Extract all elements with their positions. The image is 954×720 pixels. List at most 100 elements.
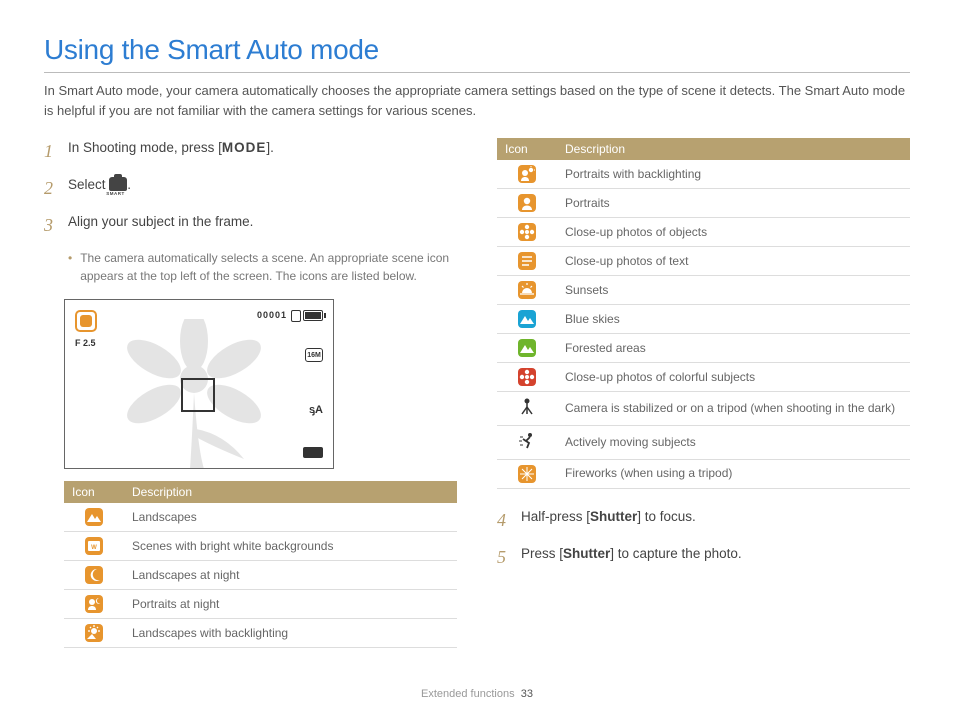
portrait-backlight-icon bbox=[518, 165, 536, 183]
icon-cell bbox=[64, 590, 124, 619]
flower-icon bbox=[518, 223, 536, 241]
table-row: Portraits at night bbox=[64, 590, 457, 619]
table-row: WScenes with bright white backgrounds bbox=[64, 532, 457, 561]
fireworks-icon bbox=[518, 465, 536, 483]
table-row: Portraits with backlighting bbox=[497, 160, 910, 189]
mountain-icon bbox=[85, 508, 103, 526]
icon-cell bbox=[64, 561, 124, 590]
page-footer: Extended functions 33 bbox=[0, 688, 954, 700]
status-bar-icon bbox=[303, 447, 323, 458]
table-row: Landscapes bbox=[64, 503, 457, 532]
intro-paragraph: In Smart Auto mode, your camera automati… bbox=[44, 81, 910, 120]
text-icon bbox=[518, 252, 536, 270]
desc-cell: Landscapes bbox=[124, 503, 457, 532]
svg-text:W: W bbox=[91, 545, 97, 551]
step-5: 5 Press [Shutter] to capture the photo. bbox=[497, 544, 910, 571]
table-row: Landscapes at night bbox=[64, 561, 457, 590]
table-row: Fireworks (when using a tripod) bbox=[497, 459, 910, 488]
desc-cell: Actively moving subjects bbox=[557, 425, 910, 459]
icon-cell bbox=[497, 392, 557, 426]
left-column: 1 In Shooting mode, press [MODE]. 2 Sele… bbox=[44, 138, 457, 666]
tripod-icon bbox=[518, 397, 536, 415]
bullet-dot: • bbox=[68, 249, 72, 285]
focus-square bbox=[181, 378, 215, 412]
table-row: Forested areas bbox=[497, 334, 910, 363]
title-underline bbox=[44, 72, 910, 73]
shot-counter: 00001 bbox=[257, 310, 287, 320]
icon-cell bbox=[64, 619, 124, 648]
desc-cell: Portraits bbox=[557, 189, 910, 218]
battery-icon bbox=[303, 310, 323, 321]
table-row: Actively moving subjects bbox=[497, 425, 910, 459]
sunset-icon bbox=[518, 281, 536, 299]
backlight-icon bbox=[85, 624, 103, 642]
portrait-icon bbox=[518, 194, 536, 212]
page-title: Using the Smart Auto mode bbox=[44, 34, 910, 66]
white-icon: W bbox=[85, 537, 103, 555]
table-row: Close-up photos of objects bbox=[497, 218, 910, 247]
desc-cell: Camera is stabilized or on a tripod (whe… bbox=[557, 392, 910, 426]
step-text: Select . bbox=[68, 175, 457, 202]
aperture-value: F 2.5 bbox=[75, 338, 96, 348]
icon-cell bbox=[497, 276, 557, 305]
th-icon: Icon bbox=[497, 138, 557, 160]
th-desc: Description bbox=[124, 481, 457, 503]
step-text: Align your subject in the frame. bbox=[68, 212, 457, 239]
step-4: 4 Half-press [Shutter] to focus. bbox=[497, 507, 910, 534]
step-number: 3 bbox=[44, 212, 58, 239]
step-3: 3 Align your subject in the frame. bbox=[44, 212, 457, 239]
step-text: Press [Shutter] to capture the photo. bbox=[521, 544, 910, 571]
table-row: Camera is stabilized or on a tripod (whe… bbox=[497, 392, 910, 426]
mode-label: MODE bbox=[222, 140, 267, 155]
table-row: Close-up photos of text bbox=[497, 247, 910, 276]
step-1: 1 In Shooting mode, press [MODE]. bbox=[44, 138, 457, 165]
icon-table-1: Icon Description LandscapesWScenes with … bbox=[64, 481, 457, 648]
table-row: Blue skies bbox=[497, 305, 910, 334]
step-number: 4 bbox=[497, 507, 511, 534]
step-text: In Shooting mode, press [MODE]. bbox=[68, 138, 457, 165]
th-icon: Icon bbox=[64, 481, 124, 503]
icon-cell bbox=[497, 160, 557, 189]
content-columns: 1 In Shooting mode, press [MODE]. 2 Sele… bbox=[44, 138, 910, 666]
step-number: 5 bbox=[497, 544, 511, 571]
smart-auto-icon bbox=[109, 177, 127, 191]
icon-cell bbox=[497, 363, 557, 392]
desc-cell: Blue skies bbox=[557, 305, 910, 334]
desc-cell: Portraits with backlighting bbox=[557, 160, 910, 189]
camera-screen-illustration: F 2.5 00001 16M ᶊA bbox=[64, 299, 334, 469]
portrait-night-icon bbox=[85, 595, 103, 613]
step-number: 1 bbox=[44, 138, 58, 165]
mountain-icon bbox=[518, 339, 536, 357]
desc-cell: Forested areas bbox=[557, 334, 910, 363]
step-number: 2 bbox=[44, 175, 58, 202]
icon-cell bbox=[497, 334, 557, 363]
desc-cell: Close-up photos of colorful subjects bbox=[557, 363, 910, 392]
icon-cell bbox=[497, 459, 557, 488]
icon-cell bbox=[497, 189, 557, 218]
table-row: Sunsets bbox=[497, 276, 910, 305]
icon-cell: W bbox=[64, 532, 124, 561]
table-row: Close-up photos of colorful subjects bbox=[497, 363, 910, 392]
desc-cell: Fireworks (when using a tripod) bbox=[557, 459, 910, 488]
desc-cell: Close-up photos of objects bbox=[557, 218, 910, 247]
motion-icon bbox=[518, 431, 536, 449]
step-3-sub-bullet: • The camera automatically selects a sce… bbox=[68, 249, 457, 285]
icon-cell bbox=[497, 425, 557, 459]
resolution-icon: 16M bbox=[305, 348, 323, 362]
step-2: 2 Select . bbox=[44, 175, 457, 202]
icon-table-2: Icon Description Portraits with backligh… bbox=[497, 138, 910, 489]
icon-cell bbox=[497, 218, 557, 247]
desc-cell: Landscapes with backlighting bbox=[124, 619, 457, 648]
icon-cell bbox=[64, 503, 124, 532]
flash-auto-icon: ᶊA bbox=[309, 404, 323, 416]
desc-cell: Sunsets bbox=[557, 276, 910, 305]
card-icon bbox=[291, 310, 301, 322]
scene-detect-icon bbox=[75, 310, 97, 332]
desc-cell: Close-up photos of text bbox=[557, 247, 910, 276]
desc-cell: Landscapes at night bbox=[124, 561, 457, 590]
icon-cell bbox=[497, 305, 557, 334]
desc-cell: Portraits at night bbox=[124, 590, 457, 619]
flower-icon bbox=[518, 368, 536, 386]
right-column: Icon Description Portraits with backligh… bbox=[497, 138, 910, 666]
icon-cell bbox=[497, 247, 557, 276]
